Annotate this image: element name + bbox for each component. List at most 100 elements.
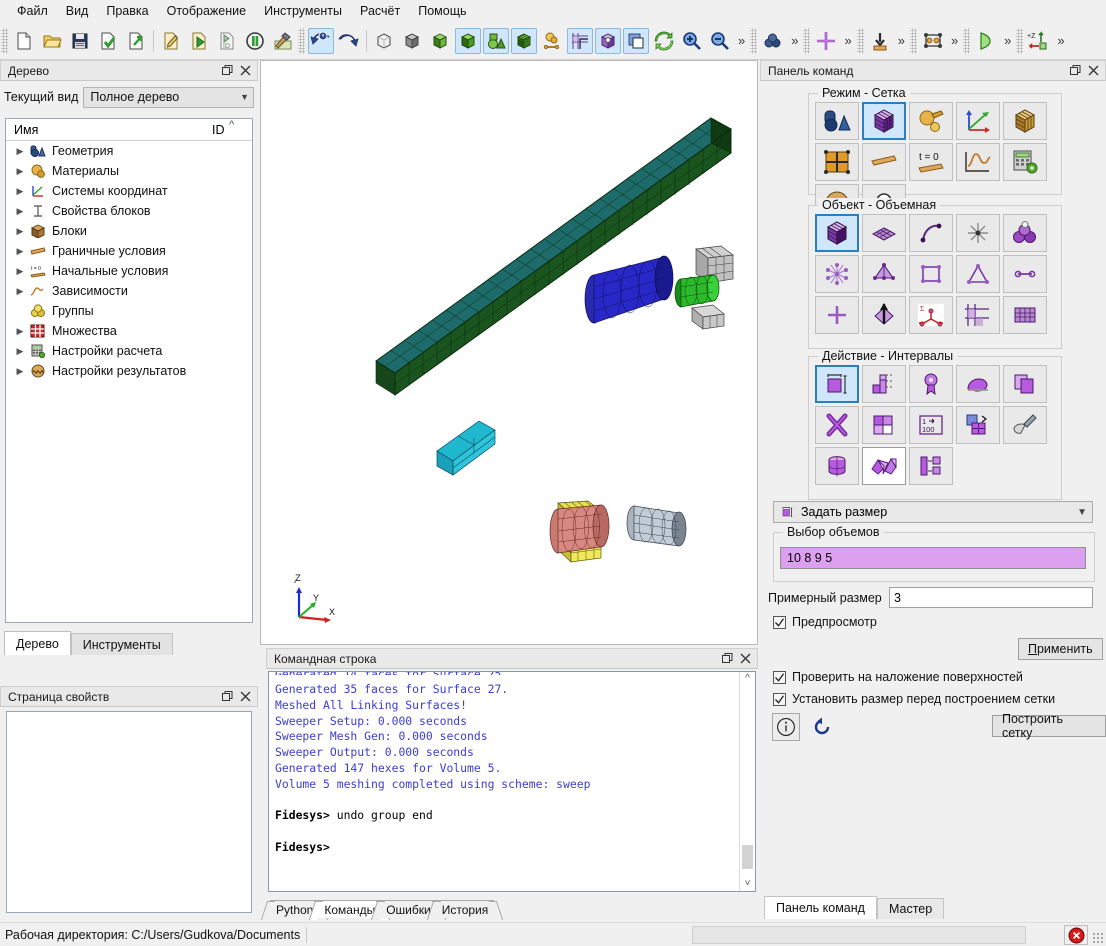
float-icon[interactable]	[720, 651, 735, 666]
refine-action-icon[interactable]	[862, 447, 906, 485]
cylinder-action-icon[interactable]	[815, 447, 859, 485]
overlay-icon[interactable]	[623, 27, 649, 54]
float-icon[interactable]	[220, 63, 235, 78]
tree-item-dependencies[interactable]: ▶ Зависимости	[6, 281, 252, 301]
preview-checkbox[interactable]	[773, 615, 786, 629]
grid-object-icon[interactable]	[1003, 296, 1047, 334]
edit-journal-icon[interactable]	[158, 28, 184, 54]
tri-object-icon[interactable]	[956, 255, 1000, 293]
mesh-cube-icon[interactable]	[511, 27, 537, 54]
toolbar-overflow-2[interactable]: »	[787, 33, 802, 48]
toolbar-overflow-4[interactable]: »	[894, 33, 909, 48]
check-overlap-checkbox[interactable]	[773, 670, 786, 684]
tree-item-result-settings[interactable]: ▶ Настройки результатов	[6, 361, 252, 381]
toolbar-grip[interactable]	[803, 27, 811, 54]
expand-chevron-icon[interactable]: ▶	[12, 266, 28, 277]
calc-settings-mode-icon[interactable]	[1003, 143, 1047, 181]
tree-item-calc-settings[interactable]: ▶ Настройки расчета	[6, 341, 252, 361]
group-assign-action-icon[interactable]	[909, 447, 953, 485]
undo-icon[interactable]	[336, 28, 362, 54]
node-object-icon[interactable]	[815, 255, 859, 293]
toolbar-overflow-1[interactable]: »	[734, 33, 749, 48]
surface-object-icon[interactable]	[862, 214, 906, 252]
composite-icon[interactable]	[539, 28, 565, 54]
expand-chevron-icon[interactable]: ▶	[12, 166, 28, 177]
set-size-before-mesh-row[interactable]: Установить размер перед построением сетк…	[773, 692, 1055, 706]
load-arrow-icon[interactable]	[867, 28, 893, 54]
expand-chevron-icon[interactable]: ▶	[12, 226, 28, 237]
console-current-prompt[interactable]: Fidesys>	[275, 840, 739, 856]
console-scrollbar[interactable]: ^ ˅	[739, 672, 755, 891]
block-cube-icon[interactable]	[595, 27, 621, 54]
expand-chevron-icon[interactable]: ▶	[12, 146, 28, 157]
set-size-action-icon[interactable]	[815, 365, 859, 403]
vertex-object-icon[interactable]	[956, 214, 1000, 252]
preview-checkbox-row[interactable]: Предпросмотр	[773, 615, 877, 629]
sweep-object-icon[interactable]	[862, 296, 906, 334]
quality-action-icon[interactable]	[909, 365, 953, 403]
toolbar-grip[interactable]	[1016, 27, 1024, 54]
menu-item-view[interactable]: Вид	[57, 2, 98, 20]
toolbar-overflow-6[interactable]: »	[1000, 33, 1015, 48]
tab-tree[interactable]: Дерево	[4, 631, 71, 655]
open-folder-icon[interactable]	[39, 28, 65, 54]
tree-item-coordinate-systems[interactable]: ▶ Системы координат	[6, 181, 252, 201]
toolbar-grip[interactable]	[856, 27, 864, 54]
export-journal-icon[interactable]	[123, 28, 149, 54]
check-overlap-row[interactable]: Проверить на наложение поверхностей	[773, 670, 1023, 684]
close-icon[interactable]	[238, 63, 253, 78]
build-hammer-icon[interactable]	[270, 28, 296, 54]
run-play-icon[interactable]	[973, 28, 999, 54]
float-icon[interactable]	[220, 689, 235, 704]
z-axis-view-icon[interactable]: +Z	[1026, 28, 1052, 54]
tab-tools[interactable]: Инструменты	[70, 633, 173, 655]
build-mesh-button[interactable]: Построить сетку	[992, 712, 1106, 740]
info-icon[interactable]	[772, 713, 800, 741]
toolbar-overflow-3[interactable]: »	[840, 33, 855, 48]
stop-icon[interactable]	[1064, 925, 1088, 945]
tab-wizard[interactable]: Мастер	[876, 898, 945, 919]
close-icon[interactable]	[738, 651, 753, 666]
quad-object-icon[interactable]	[909, 255, 953, 293]
tree-view[interactable]: Имя ID ^ ▶ Геометрия ▶ Материалы ▶ Систе…	[5, 118, 253, 623]
save-disk-icon[interactable]	[67, 28, 93, 54]
volume-object-icon[interactable]	[815, 214, 859, 252]
curve-object-icon[interactable]	[909, 214, 953, 252]
menu-item-display[interactable]: Отображение	[158, 2, 255, 20]
toolbar-overflow-7[interactable]: »	[1053, 33, 1068, 48]
menu-item-tools[interactable]: Инструменты	[255, 2, 351, 20]
edge-object-icon[interactable]	[1003, 255, 1047, 293]
menu-item-help[interactable]: Помощь	[409, 2, 475, 20]
crosshair-icon[interactable]	[813, 28, 839, 54]
expand-chevron-icon[interactable]: ▶	[12, 246, 28, 257]
mesh-mode-icon[interactable]	[862, 102, 906, 140]
hiddenline-cube-icon[interactable]	[399, 28, 425, 54]
wireframe-cube-icon[interactable]	[371, 28, 397, 54]
tree-item-materials[interactable]: ▶ Материалы	[6, 161, 252, 181]
sum-object-icon[interactable]: Σ	[909, 296, 953, 334]
tree-item-initial-conditions[interactable]: ▶ t = 0 Начальные условия	[6, 261, 252, 281]
group-object-icon[interactable]	[1003, 214, 1047, 252]
new-file-icon[interactable]	[11, 28, 37, 54]
approx-size-input[interactable]: 3	[889, 587, 1093, 608]
expand-chevron-icon[interactable]: ▶	[12, 366, 28, 377]
delete-mesh-action-icon[interactable]	[815, 406, 859, 444]
smoothshade-cube-icon[interactable]	[427, 28, 453, 54]
scroll-up-icon[interactable]: ^	[745, 672, 750, 686]
geometry-icon[interactable]	[483, 27, 509, 54]
expand-chevron-icon[interactable]: ▶	[12, 286, 28, 297]
zoom-in-icon[interactable]	[679, 28, 705, 54]
scheme-action-icon[interactable]	[862, 406, 906, 444]
tree-item-sets[interactable]: ▶ Множества	[6, 321, 252, 341]
smooth-action-icon[interactable]	[956, 365, 1000, 403]
menu-item-edit[interactable]: Правка	[97, 2, 157, 20]
expand-chevron-icon[interactable]: ▶	[12, 326, 28, 337]
bc-frame-icon[interactable]	[920, 28, 946, 54]
group-spheres-icon[interactable]	[760, 28, 786, 54]
scroll-down-icon[interactable]: ˅	[745, 877, 751, 891]
graph-icon[interactable]	[567, 27, 593, 54]
menu-item-file[interactable]: Файл	[8, 2, 57, 20]
toolbar-overflow-5[interactable]: »	[947, 33, 962, 48]
expand-chevron-icon[interactable]: ▶	[12, 206, 28, 217]
volume-selection-input[interactable]: 10 8 9 5	[780, 547, 1086, 569]
